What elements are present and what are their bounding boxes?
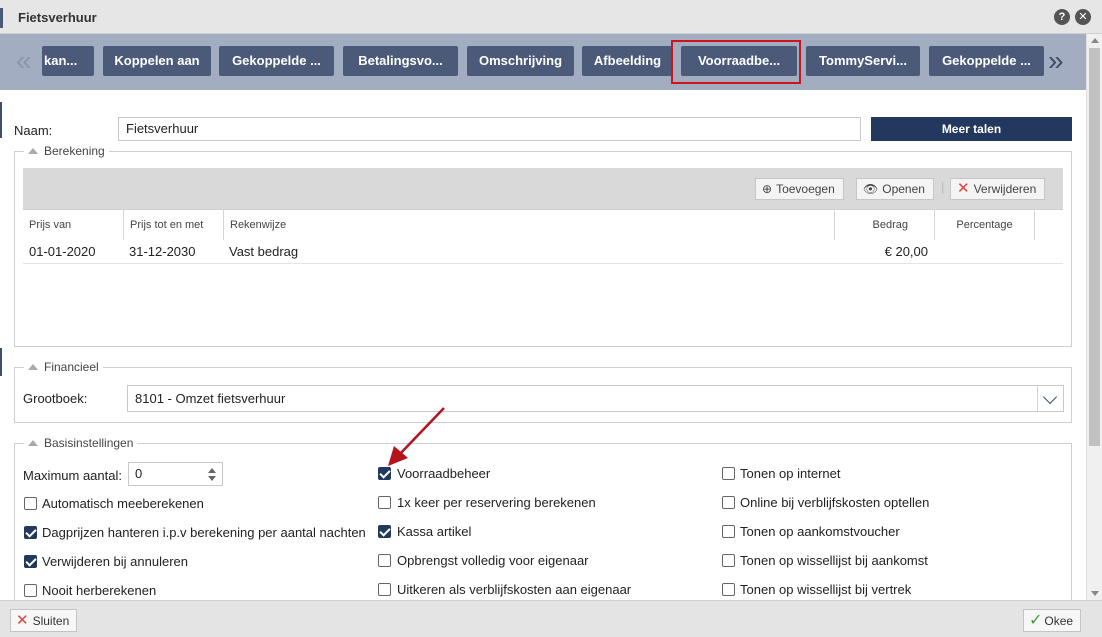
maximum-aantal-value: 0 bbox=[135, 466, 143, 481]
checkbox-tonen-aankomstvoucher[interactable] bbox=[722, 525, 735, 538]
checkbox-label: Tonen op internet bbox=[740, 466, 841, 481]
double-chevron-right-icon[interactable]: » bbox=[1048, 44, 1064, 78]
window-title: Fietsverhuur bbox=[18, 10, 97, 25]
checkbox-tonen-op-internet[interactable] bbox=[722, 467, 735, 480]
scroll-down-icon[interactable] bbox=[1091, 591, 1099, 596]
column-header-percentage[interactable]: Percentage bbox=[935, 210, 1035, 240]
tab-tommyservice[interactable]: TommyServi... bbox=[806, 46, 920, 76]
checkbox-uitkeren-verblijfskosten[interactable] bbox=[378, 583, 391, 596]
checkbox-wissellijst-aankomst[interactable] bbox=[722, 554, 735, 567]
chevron-down-icon[interactable] bbox=[1037, 386, 1063, 411]
checkbox-1x-per-reservering[interactable] bbox=[378, 496, 391, 509]
checkbox-label: Tonen op wissellijst bij aankomst bbox=[740, 553, 928, 568]
checkbox-kassa-artikel[interactable] bbox=[378, 525, 391, 538]
checkbox-verwijderen-bij-annuleren[interactable] bbox=[24, 555, 37, 568]
checkbox-label: Nooit herberekenen bbox=[42, 583, 157, 598]
checkbox-wissellijst-vertrek[interactable] bbox=[722, 583, 735, 596]
checkbox-label: 1x keer per reservering berekenen bbox=[397, 495, 596, 510]
naam-label: Naam: bbox=[14, 123, 53, 138]
tab-gekoppelde-1[interactable]: Gekoppelde ... bbox=[219, 46, 334, 76]
maximum-aantal-stepper[interactable]: 0 bbox=[128, 462, 223, 486]
openen-button[interactable]: 👁 Openen bbox=[856, 178, 934, 200]
x-icon: ✕ bbox=[16, 612, 29, 629]
left-edge-marker bbox=[0, 102, 2, 138]
basisinstellingen-legend[interactable]: Basisinstellingen bbox=[24, 436, 138, 450]
tab-koppelen-aan[interactable]: Koppelen aan bbox=[103, 46, 211, 76]
collapse-triangle-icon bbox=[28, 148, 38, 154]
titlebar-accent bbox=[0, 8, 3, 28]
grootboek-value: 8101 - Omzet fietsverhuur bbox=[135, 391, 286, 406]
sluiten-button[interactable]: ✕ Sluiten bbox=[10, 609, 78, 632]
checkbox-automatisch-meeberekenen[interactable] bbox=[24, 497, 37, 510]
eye-icon: 👁 bbox=[863, 182, 879, 196]
tab-betalingsvoorwaarden[interactable]: Betalingsvo... bbox=[343, 46, 458, 76]
active-tab-highlight bbox=[671, 40, 801, 84]
plus-circle-icon: ⊕ bbox=[762, 182, 773, 196]
window-titlebar: Fietsverhuur ? ✕ bbox=[0, 0, 1102, 34]
scroll-up-icon[interactable] bbox=[1091, 38, 1099, 43]
checkbox-opbrengst-eigenaar[interactable] bbox=[378, 554, 391, 567]
checkbox-label: Verwijderen bij annuleren bbox=[42, 554, 188, 569]
table-row-divider bbox=[23, 263, 1063, 264]
column-header-prijs-van[interactable]: Prijs van bbox=[23, 210, 124, 240]
column-header-bedrag[interactable]: Bedrag bbox=[835, 210, 935, 240]
checkbox-label: Automatisch meeberekenen bbox=[42, 496, 204, 511]
cell-prijs-van[interactable]: 01-01-2020 bbox=[29, 241, 96, 263]
column-header-spacer bbox=[1035, 210, 1063, 240]
checkbox-label: Kassa artikel bbox=[397, 524, 472, 539]
cell-bedrag[interactable]: € 20,00 bbox=[835, 241, 928, 263]
tab-omschrijving[interactable]: Omschrijving bbox=[467, 46, 574, 76]
cell-rekenwijze[interactable]: Vast bedrag bbox=[229, 241, 298, 263]
collapse-triangle-icon bbox=[28, 440, 38, 446]
stepper-down-icon[interactable] bbox=[208, 476, 216, 481]
checkbox-label: Tonen op aankomstvoucher bbox=[740, 524, 900, 539]
grootboek-select[interactable]: 8101 - Omzet fietsverhuur bbox=[127, 385, 1064, 412]
berekening-legend[interactable]: Berekening bbox=[24, 144, 109, 158]
checkbox-label: Online bij verblijfskosten optellen bbox=[740, 495, 930, 510]
dialog-footer: ✕ Sluiten ✓ Okee bbox=[0, 600, 1102, 637]
vertical-scrollbar[interactable] bbox=[1086, 34, 1102, 600]
maximum-aantal-label: Maximum aantal: bbox=[23, 468, 122, 483]
x-icon: ✕ bbox=[957, 180, 970, 197]
checkbox-dagprijzen-hanteren[interactable] bbox=[24, 526, 37, 539]
double-chevron-left-icon[interactable]: « bbox=[16, 44, 32, 78]
checkbox-label: Opbrengst volledig voor eigenaar bbox=[397, 553, 589, 568]
help-icon[interactable]: ? bbox=[1054, 9, 1070, 25]
stepper-up-icon[interactable] bbox=[208, 468, 216, 473]
toolbar-separator: | bbox=[941, 179, 945, 194]
check-icon: ✓ bbox=[1029, 612, 1043, 629]
left-edge-marker bbox=[0, 348, 2, 376]
meer-talen-button[interactable]: Meer talen bbox=[871, 117, 1072, 141]
column-header-prijs-tot-en-met[interactable]: Prijs tot en met bbox=[124, 210, 224, 240]
verwijderen-button[interactable]: ✕ Verwijderen bbox=[950, 178, 1046, 200]
annotation-arrow-icon bbox=[388, 407, 445, 466]
financieel-legend[interactable]: Financieel bbox=[24, 360, 103, 374]
checkbox-label: Uitkeren als verblijfskosten aan eigenaa… bbox=[397, 582, 632, 597]
okee-button[interactable]: ✓ Okee bbox=[1023, 609, 1082, 632]
close-icon[interactable]: ✕ bbox=[1075, 9, 1091, 25]
tab-afbeelding[interactable]: Afbeelding bbox=[582, 46, 673, 76]
scrollbar-thumb[interactable] bbox=[1089, 48, 1100, 446]
column-header-rekenwijze[interactable]: Rekenwijze bbox=[224, 210, 835, 240]
tab-kan[interactable]: kan... bbox=[42, 46, 94, 76]
checkbox-nooit-herberekenen[interactable] bbox=[24, 584, 37, 597]
checkbox-online-verblijfskosten[interactable] bbox=[722, 496, 735, 509]
collapse-triangle-icon bbox=[28, 364, 38, 370]
grootboek-label: Grootboek: bbox=[23, 391, 88, 406]
naam-input[interactable]: Fietsverhuur bbox=[118, 117, 861, 141]
cell-prijs-tot-en-met[interactable]: 31-12-2030 bbox=[129, 241, 196, 263]
checkbox-label: Tonen op wissellijst bij vertrek bbox=[740, 582, 912, 597]
tab-gekoppelde-2[interactable]: Gekoppelde ... bbox=[929, 46, 1044, 76]
checkbox-label: Dagprijzen hanteren i.p.v berekening per… bbox=[42, 525, 366, 540]
toevoegen-button[interactable]: ⊕ Toevoegen bbox=[755, 178, 844, 200]
